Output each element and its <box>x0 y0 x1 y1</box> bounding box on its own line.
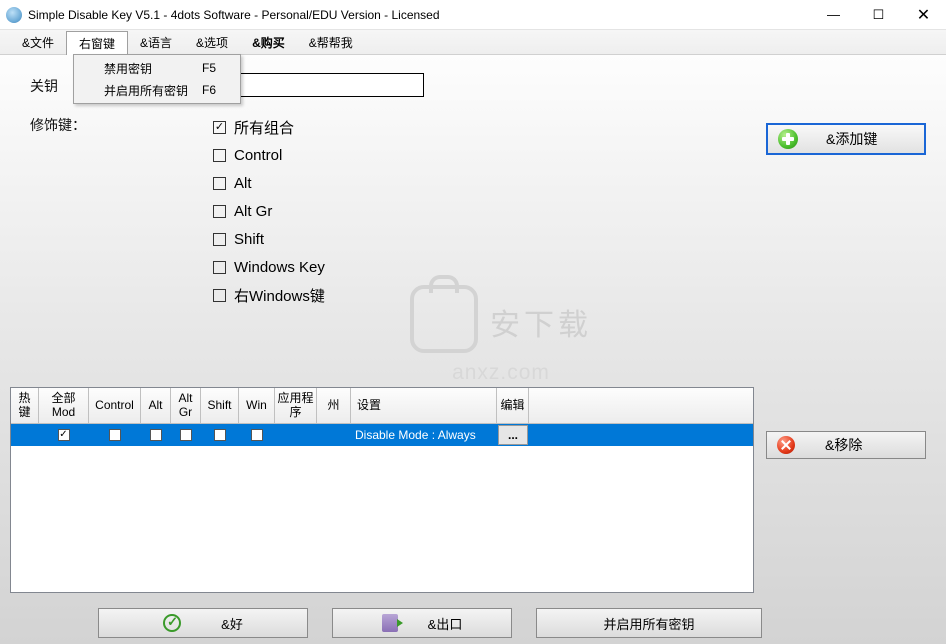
checkbox-icon <box>251 429 263 441</box>
client-area: 关钥 修饰键： 所有组合 Control Alt Alt Gr Shift Wi… <box>0 55 946 644</box>
checkbox-icon <box>214 429 226 441</box>
menu-item-enable-all[interactable]: 并启用所有密钥 F6 <box>74 79 240 101</box>
watermark-text-en: anxz.com <box>410 361 592 385</box>
delete-icon <box>777 436 795 454</box>
checkbox-icon <box>58 429 70 441</box>
label-key: 关钥 <box>30 76 58 96</box>
checkbox-alt[interactable]: Alt <box>213 169 325 197</box>
menu-language[interactable]: &语言 <box>128 30 184 54</box>
cell-settings: Disable Mode : Always <box>351 424 497 446</box>
modifiers-group: 所有组合 Control Alt Alt Gr Shift Windows Ke… <box>213 113 325 309</box>
cell-win[interactable] <box>239 424 275 446</box>
keys-table: 热键 全部Mod Control Alt Alt Gr Shift Win 应用… <box>10 387 754 593</box>
th-state[interactable]: 州 <box>317 388 351 424</box>
close-button[interactable]: ✕ <box>901 0 946 29</box>
menu-options[interactable]: &选项 <box>184 30 240 54</box>
checkbox-label: Alt <box>234 175 252 192</box>
cell-state <box>317 424 351 446</box>
checkbox-label: Alt Gr <box>234 203 272 220</box>
maximize-button[interactable]: ☐ <box>856 0 901 29</box>
cell-altgr[interactable] <box>171 424 201 446</box>
th-edit[interactable]: 编辑 <box>497 388 529 424</box>
watermark: 安下载 anxz.com <box>410 285 592 385</box>
window-title: Simple Disable Key V5.1 - 4dots Software… <box>28 8 811 22</box>
checkbox-right-winkey[interactable]: 右Windows键 <box>213 281 325 309</box>
exit-button[interactable]: &出口 <box>332 608 512 638</box>
ok-button[interactable]: &好 <box>98 608 308 638</box>
checkbox-all-combinations[interactable]: 所有组合 <box>213 113 325 141</box>
checkbox-icon <box>180 429 192 441</box>
cell-hotkey <box>11 424 39 446</box>
menu-item-shortcut: F6 <box>202 83 232 97</box>
th-shift[interactable]: Shift <box>201 388 239 424</box>
cell-app <box>275 424 317 446</box>
menubar: &文件 右窗键 &语言 &选项 &购买 &帮帮我 <box>0 30 946 55</box>
plus-icon <box>778 129 798 149</box>
checkbox-label: Shift <box>234 231 264 248</box>
cell-edit-button[interactable]: ... <box>498 425 528 445</box>
check-icon <box>163 614 181 632</box>
menu-item-label: 禁用密钥 <box>104 60 202 77</box>
th-hotkey[interactable]: 热键 <box>11 388 39 424</box>
table-header: 热键 全部Mod Control Alt Alt Gr Shift Win 应用… <box>11 388 753 424</box>
cell-spacer <box>529 424 753 446</box>
checkbox-icon <box>150 429 162 441</box>
checkbox-control[interactable]: Control <box>213 141 325 169</box>
exit-icon <box>382 614 398 632</box>
checkbox-label: 右Windows键 <box>234 285 325 306</box>
key-input[interactable] <box>212 73 424 97</box>
button-label: &出口 <box>428 614 463 633</box>
dropdown-menu: 禁用密钥 F5 并启用所有密钥 F6 <box>73 54 241 104</box>
checkbox-label: Control <box>234 147 282 164</box>
th-control[interactable]: Control <box>89 388 141 424</box>
th-altgr[interactable]: Alt Gr <box>171 388 201 424</box>
button-label: &好 <box>221 614 243 633</box>
watermark-text-cn: 安下载 <box>490 300 592 344</box>
add-key-button[interactable]: &添加键 <box>766 123 926 155</box>
button-label: 并启用所有密钥 <box>603 614 694 633</box>
checkbox-shift[interactable]: Shift <box>213 225 325 253</box>
app-icon <box>6 7 22 23</box>
cell-allmod[interactable] <box>39 424 89 446</box>
cell-alt[interactable] <box>141 424 171 446</box>
menu-file[interactable]: &文件 <box>10 30 66 54</box>
checkbox-winkey[interactable]: Windows Key <box>213 253 325 281</box>
table-row[interactable]: Disable Mode : Always ... <box>11 424 753 446</box>
lock-icon <box>410 285 478 353</box>
th-app[interactable]: 应用程序 <box>275 388 317 424</box>
th-allmod[interactable]: 全部Mod <box>39 388 89 424</box>
titlebar: Simple Disable Key V5.1 - 4dots Software… <box>0 0 946 30</box>
label-modifiers: 修饰键： <box>30 115 86 135</box>
checkbox-altgr[interactable]: Alt Gr <box>213 197 325 225</box>
menu-help[interactable]: &帮帮我 <box>297 30 365 54</box>
checkbox-label: Windows Key <box>234 259 325 276</box>
remove-button[interactable]: &移除 <box>766 431 926 459</box>
th-spacer <box>529 388 753 424</box>
cell-control[interactable] <box>89 424 141 446</box>
menu-rightwin[interactable]: 右窗键 <box>66 31 128 55</box>
checkbox-icon <box>109 429 121 441</box>
checkbox-label: 所有组合 <box>234 117 294 138</box>
footer: &好 &出口 并启用所有密钥 <box>0 602 946 644</box>
button-label: &移除 <box>825 435 862 455</box>
menu-buy[interactable]: &购买 <box>240 30 297 54</box>
th-settings[interactable]: 设置 <box>351 388 497 424</box>
button-label: &添加键 <box>826 129 877 149</box>
menu-item-shortcut: F5 <box>202 61 232 75</box>
enable-all-button[interactable]: 并启用所有密钥 <box>536 608 762 638</box>
minimize-button[interactable]: — <box>811 0 856 29</box>
th-win[interactable]: Win <box>239 388 275 424</box>
menu-item-label: 并启用所有密钥 <box>104 82 202 99</box>
th-alt[interactable]: Alt <box>141 388 171 424</box>
cell-shift[interactable] <box>201 424 239 446</box>
menu-item-disable-key[interactable]: 禁用密钥 F5 <box>74 57 240 79</box>
